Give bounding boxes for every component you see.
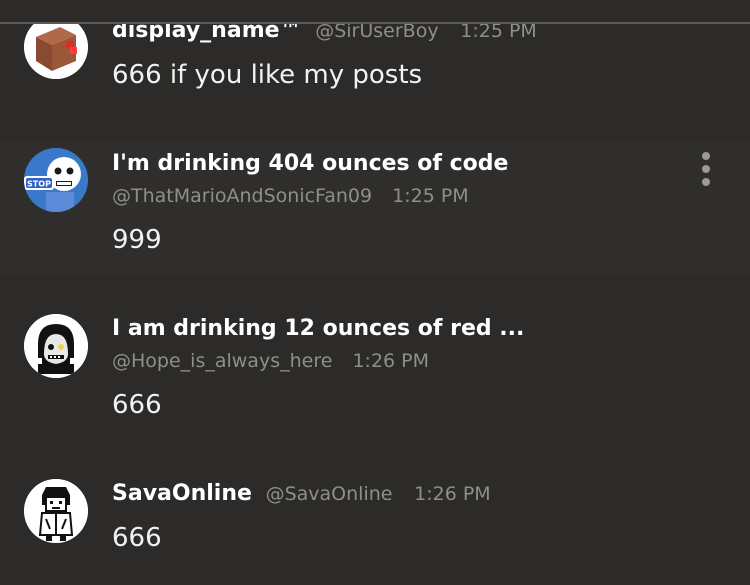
stop-sign-skeleton-icon: STOP — [24, 148, 88, 212]
author-handle[interactable]: @ThatMarioAndSonicFan09 — [112, 185, 372, 207]
hooded-skeleton-icon — [24, 314, 88, 378]
post-meta: @Hope_is_always_here 1:26 PM — [112, 350, 429, 372]
box-icon — [24, 15, 88, 79]
user-avatar[interactable] — [24, 15, 88, 79]
post-body: 999 — [112, 225, 162, 255]
post-timestamp: 1:26 PM — [414, 483, 491, 505]
post-timestamp: 1:25 PM — [392, 185, 469, 207]
user-avatar[interactable]: STOP — [24, 148, 88, 212]
post-body: 666 — [112, 523, 162, 553]
pixel-character-icon — [24, 479, 88, 543]
post-feed: display_name™ @SirUserBoy 1:25 PM 666 if… — [0, 0, 750, 585]
post-meta: @ThatMarioAndSonicFan09 1:25 PM — [112, 185, 469, 207]
user-avatar[interactable] — [24, 314, 88, 378]
post-author-name[interactable]: I'm drinking 404 ounces of code — [112, 151, 508, 176]
more-vertical-icon[interactable] — [694, 152, 718, 186]
post-timestamp: 1:26 PM — [352, 350, 430, 372]
top-bar — [0, 0, 750, 24]
user-avatar[interactable] — [24, 479, 88, 543]
author-display-name[interactable]: SavaOnline — [112, 481, 252, 506]
author-handle[interactable]: @SavaOnline — [266, 483, 393, 505]
post-body: 666 if you like my posts — [112, 60, 423, 90]
author-handle[interactable]: @Hope_is_always_here — [112, 350, 332, 372]
post-author-name[interactable]: I am drinking 12 ounces of red ... — [112, 316, 524, 341]
stop-sign-text: STOP — [27, 180, 51, 189]
post-body: 666 — [112, 390, 162, 420]
post-author-name[interactable]: SavaOnline @SavaOnline 1:26 PM — [112, 481, 491, 506]
